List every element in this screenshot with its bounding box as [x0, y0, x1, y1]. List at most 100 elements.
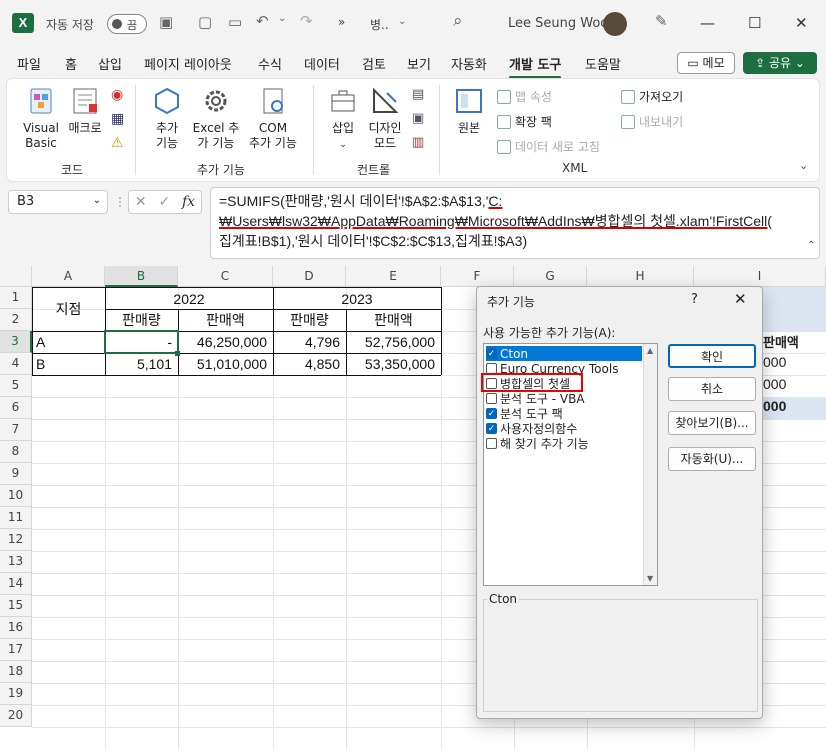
cell-c3[interactable]: 46,250,000	[178, 332, 273, 352]
autosave-toggle[interactable]: 끔	[107, 14, 147, 34]
row-header-20[interactable]: 20	[0, 705, 32, 727]
tab-data[interactable]: 데이터	[304, 54, 340, 73]
row-header-3[interactable]: 3	[0, 331, 32, 353]
row-header-8[interactable]: 8	[0, 441, 32, 463]
cell-e4[interactable]: 53,350,000	[346, 354, 441, 374]
column-header-e[interactable]: E	[346, 266, 441, 287]
cell-e3[interactable]: 52,756,000	[346, 332, 441, 352]
browse-button[interactable]: 찾아보기(B)...	[668, 411, 756, 435]
scroll-down-icon[interactable]: ▼	[647, 574, 653, 583]
cell-c2-amount[interactable]: 판매액	[178, 310, 273, 330]
column-header-h[interactable]: H	[587, 266, 694, 287]
checkbox-checked-icon[interactable]: ✓	[486, 348, 497, 359]
row-header-19[interactable]: 19	[0, 683, 32, 705]
cell-a3[interactable]: A	[36, 332, 105, 352]
row-header-17[interactable]: 17	[0, 639, 32, 661]
column-header-a[interactable]: A	[32, 266, 105, 287]
row-header-7[interactable]: 7	[0, 419, 32, 441]
filename-dropdown-icon[interactable]: ⌄	[398, 16, 406, 27]
xml-source-button[interactable]: 원본	[449, 85, 489, 136]
share-button[interactable]: ⇪ 공유 ⌄	[743, 52, 817, 74]
ok-button[interactable]: 확인	[668, 344, 756, 368]
tab-view[interactable]: 보기	[407, 54, 431, 73]
cell-d4[interactable]: 4,850	[273, 354, 346, 374]
confirm-entry-icon[interactable]: ✓	[158, 194, 170, 210]
checkbox-icon[interactable]	[486, 438, 497, 449]
row-header-4[interactable]: 4	[0, 353, 32, 375]
tab-insert[interactable]: 삽입	[98, 54, 122, 73]
checkbox-icon[interactable]	[486, 393, 497, 404]
column-header-c[interactable]: C	[178, 266, 273, 287]
row-header-2[interactable]: 2	[0, 309, 32, 331]
open-folder-icon[interactable]: ▭	[228, 13, 242, 31]
refresh-data-button[interactable]: 데이터 새로 고침	[497, 138, 600, 155]
tab-formulas[interactable]: 수식	[258, 54, 282, 73]
file-name[interactable]: 병..	[370, 16, 389, 33]
save-icon[interactable]: ▣	[159, 13, 173, 31]
cancel-button[interactable]: 취소	[668, 377, 756, 401]
cell-b4[interactable]: 5,101	[105, 354, 178, 374]
row-header-14[interactable]: 14	[0, 573, 32, 595]
com-addins-button[interactable]: COM 추가 기능	[245, 85, 301, 151]
undo-dropdown-icon[interactable]: ⌄	[278, 13, 286, 24]
row-header-6[interactable]: 6	[0, 397, 32, 419]
select-all-corner[interactable]	[0, 266, 32, 287]
tab-review[interactable]: 검토	[362, 54, 386, 73]
cell-e2-amount[interactable]: 판매액	[346, 310, 441, 330]
view-code-icon[interactable]: ▣	[412, 111, 424, 126]
visual-basic-button[interactable]: Visual Basic	[19, 85, 63, 151]
new-file-icon[interactable]: ▢	[198, 13, 212, 31]
tab-file[interactable]: 파일	[17, 54, 41, 73]
row-header-10[interactable]: 10	[0, 485, 32, 507]
cell-d1-year-2023[interactable]: 2023	[273, 289, 441, 309]
tab-developer[interactable]: 개발 도구	[509, 54, 562, 79]
checkbox-checked-icon[interactable]: ✓	[486, 423, 497, 434]
column-header-d[interactable]: D	[273, 266, 346, 287]
cell-b1-year-2022[interactable]: 2022	[105, 289, 273, 309]
properties-icon[interactable]: ▤	[412, 87, 424, 102]
cell-c4[interactable]: 51,010,000	[178, 354, 273, 374]
tab-automate[interactable]: 자동화	[451, 54, 487, 73]
maximize-button[interactable]: ☐	[748, 14, 761, 32]
formula-input[interactable]: =SUMIFS(판매량,'원시 데이터'!$A$2:$A$13,'C: ₩Use…	[210, 187, 820, 259]
pen-icon[interactable]: ✎	[655, 12, 668, 30]
row-header-1[interactable]: 1	[0, 287, 32, 309]
macro-security-icon[interactable]: ⚠	[111, 135, 124, 151]
avatar[interactable]	[603, 12, 627, 36]
fill-handle[interactable]	[175, 351, 180, 356]
comments-button[interactable]: ▭ 메모	[677, 52, 735, 74]
tab-home[interactable]: 홈	[65, 54, 77, 73]
design-mode-button[interactable]: 디자인 모드	[365, 85, 405, 151]
row-header-13[interactable]: 13	[0, 551, 32, 573]
cancel-entry-icon[interactable]: ✕	[135, 194, 147, 210]
undo-icon[interactable]: ↶	[256, 12, 269, 30]
tab-help[interactable]: 도움말	[585, 54, 621, 73]
row-header-18[interactable]: 18	[0, 661, 32, 683]
tab-page-layout[interactable]: 페이지 레이아웃	[144, 54, 232, 73]
cell-b2-qty[interactable]: 판매량	[105, 310, 178, 330]
minimize-button[interactable]: —	[700, 14, 715, 32]
addins-button[interactable]: 추가 기능	[147, 85, 187, 151]
row-header-9[interactable]: 9	[0, 463, 32, 485]
help-icon[interactable]: ?	[691, 292, 698, 307]
column-header-f[interactable]: F	[441, 266, 514, 287]
insert-function-icon[interactable]: fx	[182, 194, 195, 210]
addin-item-analysis-toolpak[interactable]: ✓ 분석 도구 팩	[486, 406, 642, 421]
import-button[interactable]: 가져오기	[621, 88, 683, 105]
scroll-up-icon[interactable]: ▲	[647, 346, 653, 355]
dialog-close-button[interactable]: ✕	[734, 290, 747, 308]
formula-bar-handle-icon[interactable]: ⋮	[114, 195, 126, 209]
name-box[interactable]: B3 ⌄	[8, 190, 108, 214]
expansion-packs-button[interactable]: 확장 팩	[497, 113, 552, 130]
redo-icon[interactable]: ↷	[300, 12, 313, 30]
automation-button[interactable]: 자동화(U)...	[668, 447, 756, 471]
addin-item-solver[interactable]: 해 찾기 추가 기능	[486, 436, 642, 451]
addin-item-analysis-vba[interactable]: 분석 도구 - VBA	[486, 391, 642, 406]
close-button[interactable]: ✕	[795, 14, 808, 32]
row-header-11[interactable]: 11	[0, 507, 32, 529]
search-icon[interactable]: ⌕	[453, 11, 463, 31]
column-header-i[interactable]: I	[694, 266, 826, 287]
row-header-15[interactable]: 15	[0, 595, 32, 617]
macros-button[interactable]: 매크로	[63, 85, 107, 136]
cell-d2-qty[interactable]: 판매량	[273, 310, 346, 330]
